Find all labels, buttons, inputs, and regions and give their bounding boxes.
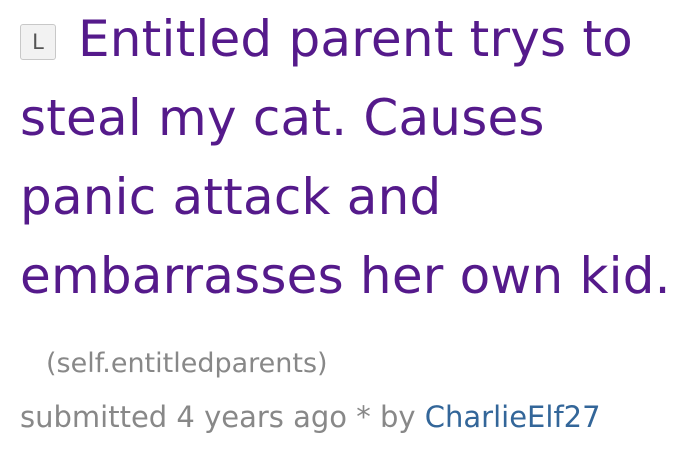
by-label: by [379, 400, 416, 434]
author-link[interactable]: CharlieElf27 [425, 400, 601, 434]
submitted-label: submitted [20, 400, 168, 434]
post-title: Entitled parent trys to steal my cat. Ca… [20, 0, 692, 403]
post-entry: L Entitled parent trys to steal my cat. … [20, 0, 692, 437]
post-tagline: submitted 4 years ago * by CharlieElf27 [20, 397, 692, 437]
tagline-separator: * [356, 400, 371, 434]
post-time: 4 years ago [176, 400, 348, 434]
link-flair-badge: L [20, 24, 56, 60]
post-domain-link[interactable]: (self.entitledparents) [46, 348, 328, 379]
post-title-link[interactable]: Entitled parent trys to steal my cat. Ca… [20, 10, 671, 305]
